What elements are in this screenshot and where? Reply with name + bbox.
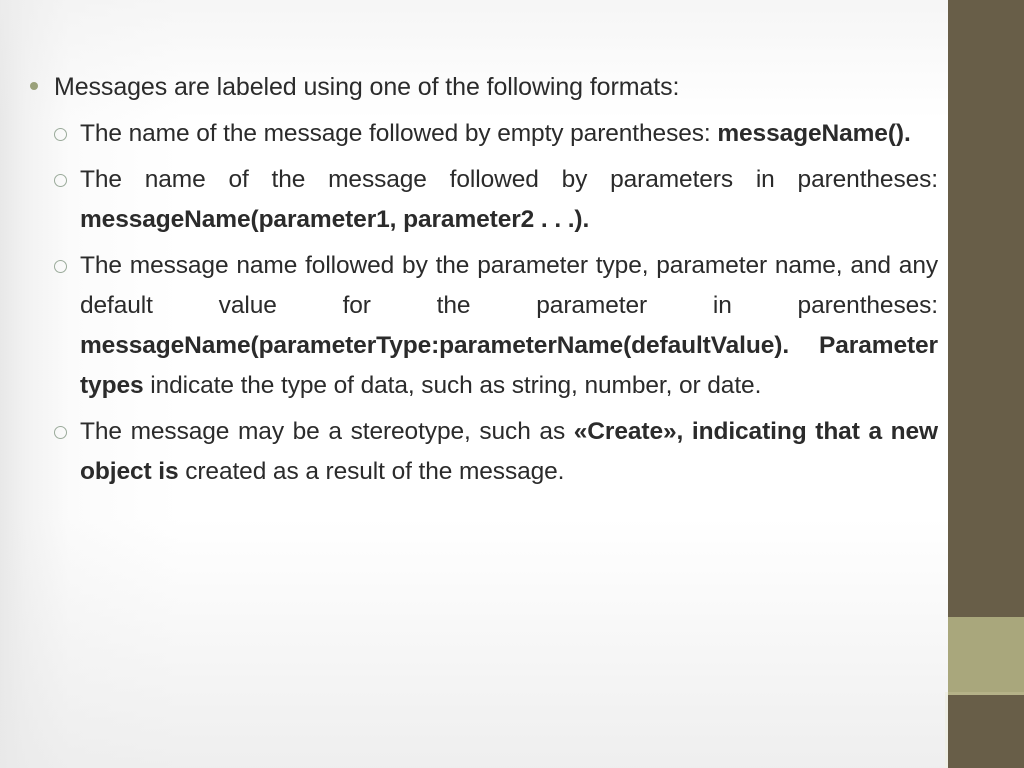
list-item-level1: Messages are labeled using one of the fo…: [30, 70, 930, 104]
list-item-lead-text: The name of the message followed by empt…: [80, 120, 711, 147]
list-item-tail-text: indicate the type of data, such as strin…: [143, 372, 762, 399]
side-bar-segment-dark-upper: [948, 0, 1024, 617]
bullet-circle-icon: [54, 174, 67, 187]
list-item-level1-label: Messages are labeled using one of the fo…: [54, 73, 680, 101]
list-item-tail-text: created as a result of the message.: [178, 458, 565, 485]
side-bar-segment-dark-lower: [948, 695, 1024, 768]
list-item: The name of the message followed by para…: [54, 160, 938, 240]
list-item-label: The name of the message followed by para…: [80, 160, 938, 240]
list-item: The message name followed by the paramet…: [54, 246, 938, 406]
list-item: The message may be a stereotype, such as…: [54, 412, 938, 492]
bullet-circle-icon: [54, 128, 67, 141]
slide-content: Messages are labeled using one of the fo…: [0, 0, 948, 768]
list-item-lead-text: The message may be a stereotype, such as: [80, 418, 574, 445]
side-bar-segment-khaki: [948, 617, 1024, 692]
list-item-bold-text: messageName().: [717, 120, 911, 147]
list-item-lead-text: The name of the message followed by para…: [80, 166, 938, 193]
list-item-bold-text: messageName(parameter1, parameter2 . . .…: [80, 206, 590, 233]
list-item-label: The message may be a stereotype, such as…: [80, 412, 938, 492]
sub-bullet-list: The name of the message followed by empt…: [54, 114, 938, 498]
list-item-bold-text: messageName(parameterType:parameterName(…: [80, 332, 790, 359]
list-item-label: The name of the message followed by empt…: [80, 114, 938, 154]
decorative-side-bar: [945, 0, 1024, 768]
list-item-label: The message name followed by the paramet…: [80, 246, 938, 406]
list-item-lead-text: The message name followed by the paramet…: [80, 252, 938, 319]
slide-canvas: Messages are labeled using one of the fo…: [0, 0, 1024, 768]
bullet-circle-icon: [54, 426, 67, 439]
bullet-dot-icon: [30, 82, 38, 90]
bullet-circle-icon: [54, 260, 67, 273]
list-item: The name of the message followed by empt…: [54, 114, 938, 154]
